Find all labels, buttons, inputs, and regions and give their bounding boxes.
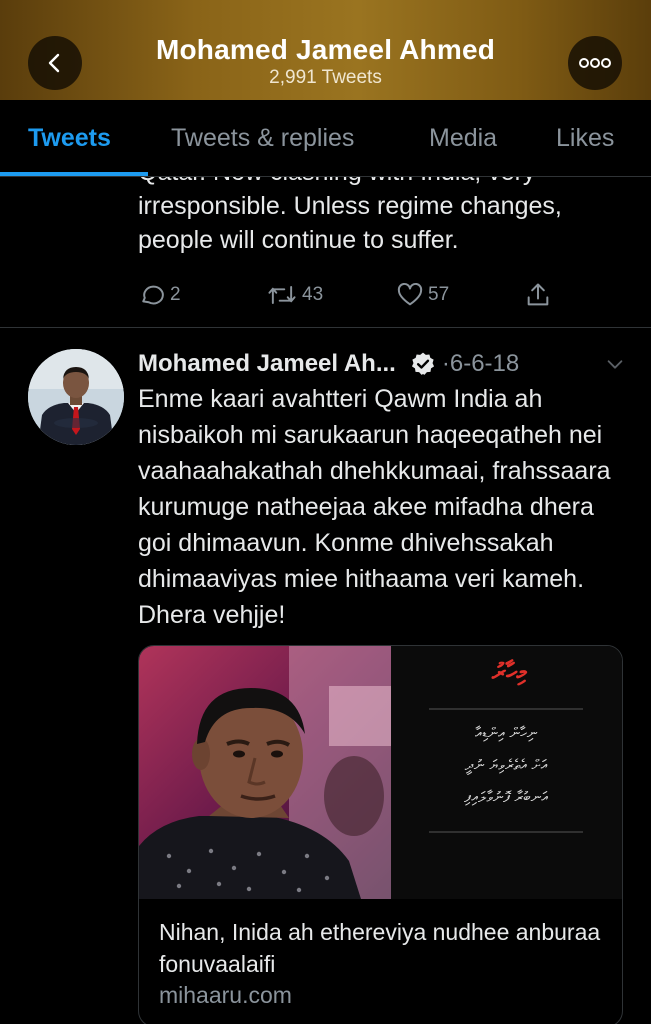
tab-media[interactable]: Media — [429, 124, 497, 153]
like-count: 57 — [428, 284, 450, 305]
link-card-title: Nihan, Inida ah ethereviya nudhee anbura… — [159, 919, 601, 977]
verified-badge — [410, 351, 436, 377]
link-card[interactable]: މިހާރު ނިހާން އިންޑިއާ އަށް އެތެރެވިޔަ ނ… — [138, 645, 623, 1024]
retweet-button[interactable]: 43 — [266, 281, 323, 309]
tweet-date[interactable]: 6-6-18 — [450, 350, 519, 378]
verified-icon — [411, 352, 434, 375]
reply-icon — [142, 285, 164, 305]
like-button[interactable]: 57 — [396, 281, 449, 309]
avatar[interactable] — [28, 349, 124, 445]
tweet-separator: · — [441, 350, 450, 377]
retweet-count: 43 — [302, 284, 324, 305]
mihaaru-logo: މިހާރު — [491, 658, 527, 686]
tweet-text: Enme kaari avahtteri Qawm India ah nisba… — [138, 385, 611, 629]
timeline[interactable]: Qatar. Now clashing with India; very irr… — [0, 177, 651, 1024]
previous-tweet-text: Qatar. Now clashing with India; very irr… — [138, 177, 562, 254]
tweet-author[interactable]: Mohamed Jameel Ah... — [138, 350, 396, 378]
quote-line-1: ނިހާން އިންޑިއާ — [475, 724, 537, 742]
reply-count: 2 — [170, 284, 181, 305]
chevron-down-icon — [607, 360, 623, 369]
retweet-icon — [268, 286, 296, 304]
share-icon — [527, 283, 549, 306]
tab-likes[interactable]: Likes — [556, 124, 614, 153]
profile-tabs: Tweets Tweets & replies Media Likes — [0, 100, 651, 177]
active-tab-indicator — [0, 172, 148, 176]
quote-line-2: އަށް އެތެރެވިޔަ ނުދީ — [464, 756, 548, 774]
previous-tweet-actions: 2 43 57 — [138, 281, 568, 313]
share-button[interactable] — [524, 281, 552, 309]
reply-button[interactable]: 2 — [138, 281, 181, 309]
tab-tweets-and-replies[interactable]: Tweets & replies — [171, 124, 354, 153]
profile-header: Mohamed Jameel Ahmed 2,991 Tweets — [0, 0, 651, 100]
tweet-header: Mohamed Jameel Ah... · 6-6-18 — [138, 347, 519, 381]
heart-icon — [397, 282, 423, 306]
profile-name: Mohamed Jameel Ahmed — [155, 34, 496, 65]
link-card-domain: mihaaru.com — [159, 982, 292, 1008]
more-horizontal-icon — [579, 58, 611, 68]
more-button[interactable] — [568, 36, 622, 90]
tweet-divider — [0, 327, 651, 328]
tweet-options-button[interactable] — [604, 353, 626, 380]
tweet-count: 2,991 Tweets — [269, 67, 382, 88]
profile-photo — [28, 349, 124, 445]
tab-tweets[interactable]: Tweets — [28, 124, 111, 153]
quote-line-3: އަނބުރާ ފޮނުވާލައިފި — [464, 788, 548, 806]
